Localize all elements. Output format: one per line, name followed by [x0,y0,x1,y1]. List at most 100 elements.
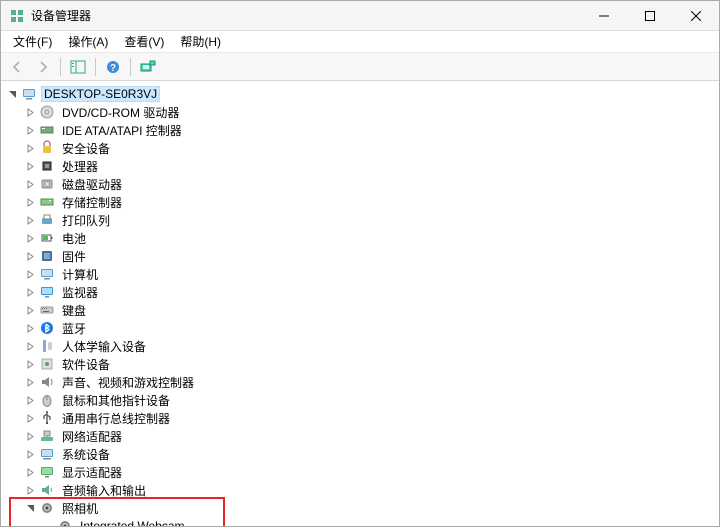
expand-icon[interactable] [23,375,37,389]
menu-file[interactable]: 文件(F) [5,31,60,52]
tree-category[interactable]: 电池 [5,229,719,247]
tree-category[interactable]: 音频输入和输出 [5,481,719,499]
scan-hardware-button[interactable] [136,56,160,78]
tree-category-label[interactable]: DVD/CD-ROM 驱动器 [59,103,182,122]
tree-category[interactable]: 磁盘驱动器 [5,175,719,193]
expand-icon[interactable] [23,159,37,173]
tree-category-camera[interactable]: 照相机 [5,499,719,517]
tree-category-label[interactable]: 通用串行总线控制器 [59,409,173,428]
tree-category[interactable]: 显示适配器 [5,463,719,481]
tree-category-label[interactable]: 鼠标和其他指针设备 [59,391,173,410]
tree-category-label[interactable]: 软件设备 [59,355,113,374]
close-button[interactable] [673,1,719,30]
expand-icon[interactable] [23,501,37,515]
back-button[interactable] [5,56,29,78]
tree-category[interactable]: 系统设备 [5,445,719,463]
expand-icon[interactable] [23,105,37,119]
usb-icon [39,410,55,426]
tree-category[interactable]: 固件 [5,247,719,265]
show-hide-tree-button[interactable] [66,56,90,78]
tree-category-label[interactable]: 键盘 [59,301,89,320]
expand-icon[interactable] [23,411,37,425]
tree-root[interactable]: DESKTOP-SE0R3VJ [5,85,719,103]
tree-category-label[interactable]: 监视器 [59,283,101,302]
tree-category[interactable]: 人体学输入设备 [5,337,719,355]
expand-icon[interactable] [23,429,37,443]
tree-category[interactable]: 打印队列 [5,211,719,229]
tree-category-label[interactable]: 处理器 [59,157,101,176]
tree-category[interactable]: 声音、视频和游戏控制器 [5,373,719,391]
tree-category-label[interactable]: 蓝牙 [59,319,89,338]
tree-category-label[interactable]: 照相机 [59,499,101,518]
tree-category[interactable]: 网络适配器 [5,427,719,445]
device-tree[interactable]: DESKTOP-SE0R3VJ DVD/CD-ROM 驱动器IDE ATA/AT… [1,81,719,526]
titlebar: 设备管理器 [1,1,719,31]
tree-category-label[interactable]: 音频输入和输出 [59,481,149,500]
expand-icon[interactable] [23,321,37,335]
tree-category[interactable]: 处理器 [5,157,719,175]
firmware-icon [39,248,55,264]
battery-icon [39,230,55,246]
network-icon [39,428,55,444]
tree-device-label[interactable]: Integrated Webcam [77,518,188,526]
keyboard-icon [39,302,55,318]
tree-category-label[interactable]: 固件 [59,247,89,266]
tree-category[interactable]: 键盘 [5,301,719,319]
expand-icon[interactable] [23,393,37,407]
app-icon [9,8,25,24]
tree-category[interactable]: 安全设备 [5,139,719,157]
tree-category-label[interactable]: 电池 [59,229,89,248]
expand-icon[interactable] [23,303,37,317]
monitor-icon [39,284,55,300]
expand-icon[interactable] [23,213,37,227]
hid-icon [39,338,55,354]
tree-category[interactable]: 监视器 [5,283,719,301]
camera-icon [57,518,73,526]
expand-icon[interactable] [23,267,37,281]
tree-category-label[interactable]: 网络适配器 [59,427,125,446]
expand-icon[interactable] [23,285,37,299]
expand-icon[interactable] [23,123,37,137]
expand-icon[interactable] [23,141,37,155]
tree-category-label[interactable]: 安全设备 [59,139,113,158]
expand-icon[interactable] [23,357,37,371]
tree-category-label[interactable]: 人体学输入设备 [59,337,149,356]
tree-category-label[interactable]: 存储控制器 [59,193,125,212]
tree-category[interactable]: DVD/CD-ROM 驱动器 [5,103,719,121]
tree-category[interactable]: 通用串行总线控制器 [5,409,719,427]
expand-icon[interactable] [23,483,37,497]
tree-root-label[interactable]: DESKTOP-SE0R3VJ [41,86,160,102]
tree-category[interactable]: 计算机 [5,265,719,283]
menu-action[interactable]: 操作(A) [60,31,116,52]
tree-category[interactable]: 蓝牙 [5,319,719,337]
tree-category[interactable]: 鼠标和其他指针设备 [5,391,719,409]
tree-category[interactable]: IDE ATA/ATAPI 控制器 [5,121,719,139]
tree-category-label[interactable]: IDE ATA/ATAPI 控制器 [59,121,185,140]
toolbar-separator [95,58,96,76]
expand-icon[interactable] [5,87,19,101]
tree-category-label[interactable]: 计算机 [59,265,101,284]
toolbar: ? [1,53,719,81]
menu-view[interactable]: 查看(V) [116,31,172,52]
tree-category-label[interactable]: 磁盘驱动器 [59,175,125,194]
tree-category-label[interactable]: 系统设备 [59,445,113,464]
expand-icon[interactable] [23,447,37,461]
tree-category[interactable]: 软件设备 [5,355,719,373]
expand-icon[interactable] [23,465,37,479]
expand-icon[interactable] [23,249,37,263]
forward-button[interactable] [31,56,55,78]
tree-device-webcam[interactable]: Integrated Webcam [5,517,719,526]
minimize-button[interactable] [581,1,627,30]
maximize-button[interactable] [627,1,673,30]
tree-category-label[interactable]: 显示适配器 [59,463,125,482]
tree-category-label[interactable]: 打印队列 [59,211,113,230]
expand-icon[interactable] [23,177,37,191]
tree-category[interactable]: 存储控制器 [5,193,719,211]
help-button[interactable]: ? [101,56,125,78]
window-controls [581,1,719,30]
tree-category-label[interactable]: 声音、视频和游戏控制器 [59,373,197,392]
expand-icon[interactable] [23,339,37,353]
expand-icon[interactable] [23,195,37,209]
menu-help[interactable]: 帮助(H) [172,31,229,52]
expand-icon[interactable] [23,231,37,245]
